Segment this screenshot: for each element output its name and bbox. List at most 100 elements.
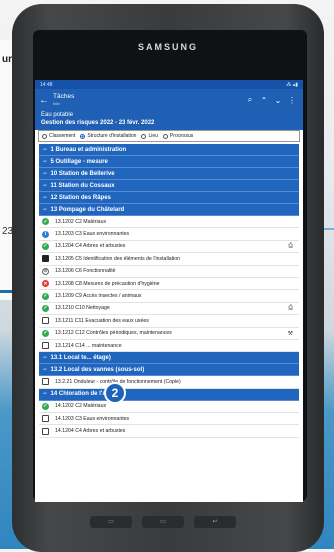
brand-logo: SAMSUNG bbox=[137, 42, 198, 52]
status-ok-icon: ✓ bbox=[42, 304, 49, 312]
section-header[interactable]: −5 Outillage - mesure bbox=[39, 156, 299, 168]
task-row[interactable]: i 13.1203 C3 Eaux environnantes bbox=[39, 228, 299, 241]
task-label: 13.1211 C11 Evacuation des eaux usées bbox=[55, 317, 149, 324]
radio-icon bbox=[42, 133, 47, 139]
checkbox-empty-icon bbox=[42, 415, 49, 423]
status-info-icon: i bbox=[42, 230, 49, 238]
collapse-icon: − bbox=[43, 206, 47, 213]
more-vert-icon[interactable]: ⋮ bbox=[285, 96, 299, 105]
radio-option[interactable]: Classement bbox=[42, 133, 75, 139]
task-label: 13.1208 C8 Mesures de précaution d'hygiè… bbox=[55, 280, 160, 287]
checkbox-empty-icon bbox=[42, 342, 49, 350]
section-header[interactable]: −11 Station du Cossaux bbox=[39, 180, 299, 192]
section-label: 13.1 Local te... étage) bbox=[50, 354, 111, 361]
app-screen: 14:48 ⁂ ▴▮ ← Tâches Info ⌕ ⌃ ⌄ ⋮ Eau pot… bbox=[35, 80, 303, 502]
status-error-icon: ✕ bbox=[42, 280, 49, 288]
task-row[interactable]: ⊘ 13.1206 C6 Fonctionnalité bbox=[39, 266, 299, 278]
status-icons: ⁂ ▴▮ bbox=[286, 81, 298, 88]
radio-label: Lieu bbox=[148, 133, 158, 139]
collapse-icon: − bbox=[43, 158, 47, 165]
task-row[interactable]: 13.1214 C14 ... maintenance bbox=[39, 340, 299, 353]
task-list: −1 Bureau et administration −5 Outillage … bbox=[39, 144, 299, 438]
collapse-icon: − bbox=[43, 354, 47, 361]
status-ok-icon: ✓ bbox=[42, 402, 49, 410]
task-row[interactable]: 13.1211 C11 Evacuation des eaux usées bbox=[39, 315, 299, 328]
section-label: 13.2 Local des vannes (sous-sol) bbox=[50, 366, 145, 373]
toolbar-title-text: Tâches bbox=[53, 93, 75, 100]
task-row[interactable]: ✓ 14.1202 C2 Matériaux bbox=[39, 401, 299, 414]
status-time: 14:48 bbox=[40, 81, 53, 88]
section-label: 10 Station de Bellerive bbox=[50, 170, 115, 177]
task-row[interactable]: 13.2.21 Onduleur - contrôle de fonctionn… bbox=[39, 376, 299, 389]
status-ok-icon: ✓ bbox=[42, 218, 49, 226]
section-header[interactable]: −10 Station de Bellerive bbox=[39, 168, 299, 180]
section-header[interactable]: −13.1 Local te... étage) bbox=[39, 352, 299, 365]
wrench-icon: ⚒ bbox=[287, 330, 293, 337]
task-label: 14.1202 C2 Matériaux bbox=[55, 403, 107, 410]
attachment-icon: ⎙ bbox=[288, 242, 293, 249]
task-label: 13.1212 C12 Contrôles périodiques, maint… bbox=[55, 330, 172, 337]
radio-option[interactable]: Processus bbox=[162, 133, 194, 139]
header-line2: Gestion des risques 2022 - 23 févr. 2022 bbox=[41, 120, 155, 126]
collapse-icon: − bbox=[43, 182, 47, 189]
status-ok-icon: ✓ bbox=[42, 329, 49, 337]
section-header[interactable]: −14 Chloration de l'ACRG bbox=[39, 388, 299, 401]
section-label: 5 Outillage - mesure bbox=[50, 158, 108, 165]
task-row[interactable]: 14.1203 C3 Eaux environnantes bbox=[39, 413, 299, 426]
recent-apps-button[interactable]: ▭ bbox=[90, 516, 132, 528]
task-label: 13.1203 C3 Eaux environnantes bbox=[55, 231, 130, 238]
section-label: 1 Bureau et administration bbox=[50, 146, 127, 153]
section-header[interactable]: −1 Bureau et administration bbox=[39, 144, 299, 156]
radio-option[interactable]: Structure d'installation bbox=[80, 133, 136, 139]
section-label: 13 Pompage du Châtelard bbox=[50, 206, 125, 213]
radio-label: Classement bbox=[49, 133, 76, 139]
task-row[interactable]: 14.1204 C4 Arbres et arbustes bbox=[39, 425, 299, 438]
status-ok-icon: ✓ bbox=[42, 242, 49, 250]
status-ok-icon: ✓ bbox=[42, 292, 49, 300]
radio-option[interactable]: Lieu bbox=[141, 133, 158, 139]
task-label: 13.1209 C9 Accès insectes / animaux bbox=[55, 293, 142, 300]
task-row[interactable]: ✓ 13.1209 C9 Accès insectes / animaux bbox=[39, 290, 299, 303]
collapse-icon: − bbox=[43, 194, 47, 201]
collapse-icon: − bbox=[43, 391, 47, 398]
grouping-radio-group: Classement Structure d'installation Lieu Pr… bbox=[38, 130, 300, 142]
task-row[interactable]: 13.1205 C5 Identification des éléments d… bbox=[39, 253, 299, 266]
info-header: Eau potable Gestion des risques 2022 - 2… bbox=[35, 111, 303, 130]
task-label: 14.1204 C4 Arbres et arbustes bbox=[55, 428, 126, 435]
home-button[interactable]: ▭ bbox=[142, 516, 184, 528]
section-header[interactable]: −13.2 Local des vannes (sous-sol) bbox=[39, 364, 299, 377]
collapse-icon: − bbox=[43, 170, 47, 177]
task-row[interactable]: ✓ 13.1210 C10 Nettoyage ⎙ bbox=[39, 303, 299, 316]
back-button[interactable]: ↩ bbox=[194, 516, 236, 528]
checkbox-empty-icon bbox=[42, 427, 49, 435]
status-bar: 14:48 ⁂ ▴▮ bbox=[35, 80, 303, 89]
radio-label: Structure d'installation bbox=[87, 133, 137, 139]
attachment-icon: ⎙ bbox=[288, 304, 293, 311]
collapse-icon: − bbox=[43, 146, 47, 153]
task-label: 13.1210 C10 Nettoyage bbox=[55, 305, 110, 312]
chevron-up-icon[interactable]: ⌃ bbox=[257, 96, 271, 105]
task-row[interactable]: ✓ 13.1202 C2 Matériaux bbox=[39, 216, 299, 229]
radio-icon bbox=[162, 133, 168, 139]
section-header[interactable]: −12 Station des Râpes bbox=[39, 192, 299, 204]
task-row[interactable]: ✕ 13.1208 C8 Mesures de précaution d'hygi… bbox=[39, 278, 299, 291]
task-label: 13.1205 C5 Identification des éléments d… bbox=[55, 255, 180, 262]
task-label: 13.1204 C4 Arbres et arbustes bbox=[55, 243, 126, 250]
chevron-down-icon[interactable]: ⌄ bbox=[271, 96, 285, 105]
task-label: 14.1203 C3 Eaux environnantes bbox=[55, 415, 130, 422]
status-square-icon bbox=[42, 255, 49, 263]
toolbar-subtitle: Info bbox=[53, 101, 60, 106]
app-toolbar: ← Tâches Info ⌕ ⌃ ⌄ ⋮ bbox=[35, 89, 303, 111]
collapse-icon: − bbox=[43, 366, 47, 373]
task-row[interactable]: ✓ 13.1212 C12 Contrôles périodiques, main… bbox=[39, 328, 299, 340]
back-arrow-icon[interactable]: ← bbox=[39, 95, 53, 106]
search-icon[interactable]: ⌕ bbox=[243, 95, 257, 105]
section-label: 11 Station du Cossaux bbox=[50, 182, 115, 189]
toolbar-title: Tâches Info bbox=[53, 93, 243, 107]
radio-icon bbox=[141, 133, 147, 139]
radio-icon bbox=[80, 133, 86, 139]
section-header[interactable]: −13 Pompage du Châtelard bbox=[39, 204, 299, 216]
task-row[interactable]: ✓ 13.1204 C4 Arbres et arbustes ⎙ bbox=[39, 241, 299, 254]
radio-label: Processus bbox=[169, 133, 194, 139]
status-na-icon: ⊘ bbox=[42, 267, 49, 275]
